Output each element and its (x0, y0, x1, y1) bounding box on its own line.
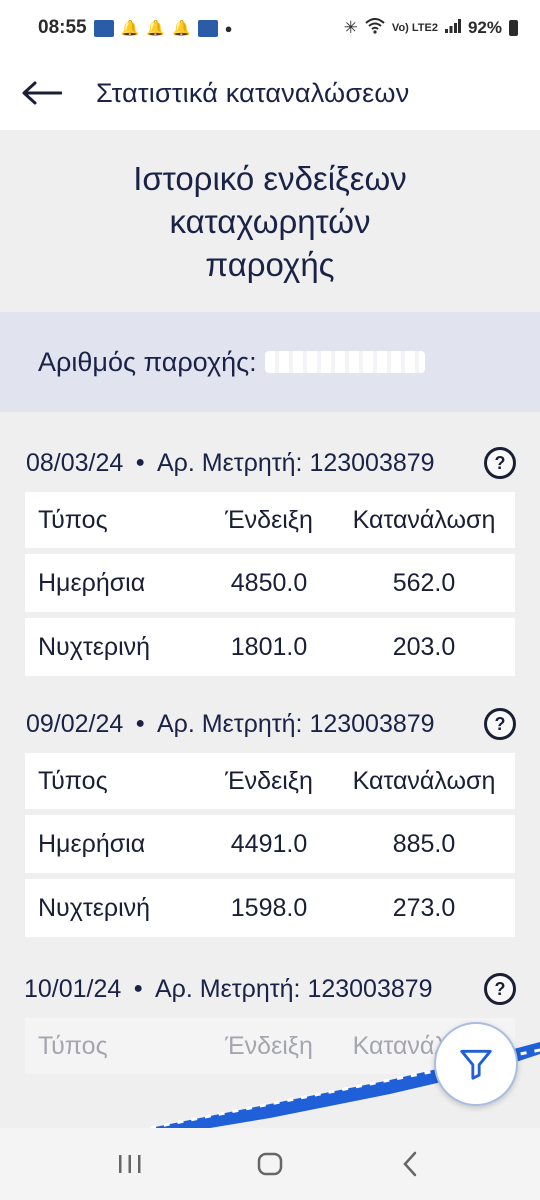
signal-icon (444, 18, 461, 38)
recent-apps-button[interactable] (100, 1134, 160, 1194)
home-icon (257, 1152, 283, 1176)
bullet-separator: ● (133, 980, 143, 997)
table-row: Ημερήσια 4491.0 885.0 (25, 815, 515, 873)
meter-number: 123003879 (309, 709, 435, 738)
reading-date: 09/02/24 (26, 709, 124, 738)
app-bar: Στατιστικά καταναλώσεων (0, 56, 540, 130)
bullet-separator: ● (135, 715, 145, 732)
supply-number-label: Αριθμός παροχής: (38, 346, 257, 377)
cell-type: Ημερήσια (38, 829, 146, 858)
filter-icon (460, 1049, 492, 1080)
page-heading: Ιστορικό ενδείξεων καταχωρητών παροχής (0, 130, 540, 312)
reading-group: 08/03/24 ● Αρ. Μετρητή: 123003879 ? Τύπο… (0, 434, 540, 682)
info-icon[interactable]: ? (484, 708, 516, 740)
cell-consumption: 273.0 (392, 893, 456, 922)
app-title: Στατιστικά καταναλώσεων (96, 77, 410, 108)
wifi-icon (365, 17, 385, 39)
header-consumption: Κατανάλωση (352, 766, 496, 795)
reading-header: 10/01/24 ● Αρ. Μετρητή: 123003879 ? (0, 960, 540, 1018)
back-arrow-icon (22, 81, 62, 105)
carrier-label: Vo) LTE2 (391, 22, 438, 34)
heading-line-1: Ιστορικό ενδείξεων (133, 159, 407, 197)
table-header-row: Τύπος Ένδειξη Κατανάλωση (25, 753, 515, 809)
cell-index: 1801.0 (230, 632, 308, 661)
bluetooth-icon: ✳ (343, 18, 358, 37)
chevron-left-icon (403, 1151, 417, 1177)
cell-index: 1598.0 (230, 893, 308, 922)
cell-type: Ημερήσια (38, 568, 146, 597)
supply-number-redacted (264, 351, 425, 373)
header-consumption: Κατανάλωση (352, 505, 496, 534)
info-icon[interactable]: ? (484, 973, 516, 1005)
supply-number-band: Αριθμός παροχής: (0, 312, 540, 412)
reading-group: 09/02/24 ● Αρ. Μετρητή: 123003879 ? Τύπο… (0, 695, 540, 943)
reading-table: Τύπος Ένδειξη Κατανάλωση Ημερήσια 4491.0… (25, 753, 515, 937)
dot-icon: ● (224, 20, 233, 36)
battery-percent: 92% (467, 18, 502, 37)
cell-consumption: 885.0 (392, 829, 456, 858)
cell-index: 4850.0 (230, 568, 308, 597)
recent-apps-icon (119, 1155, 141, 1173)
reading-header: 09/02/24 ● Αρ. Μετρητή: 123003879 ? (0, 695, 540, 753)
reading-date: 10/01/24 (24, 974, 122, 1003)
meter-number: 123003879 (307, 974, 433, 1003)
home-button[interactable] (240, 1134, 300, 1194)
cell-consumption: 562.0 (392, 568, 456, 597)
reading-header: 08/03/24 ● Αρ. Μετρητή: 123003879 ? (0, 434, 540, 492)
status-bar: 08:55 🔔 🔔 🔔 ● ✳ Vo) LTE2 92% (0, 0, 540, 56)
heading-line-2: καταχωρητών (169, 202, 371, 240)
meter-label: Αρ. Μετρητή: (155, 974, 301, 1003)
header-index: Ένδειξη (225, 766, 313, 795)
news-icon (197, 19, 218, 37)
header-type: Τύπος (38, 766, 108, 795)
table-header-row: Τύπος Ένδειξη Κατανάλωση (25, 492, 515, 548)
meter-label: Αρ. Μετρητή: (157, 448, 303, 477)
back-button[interactable] (0, 56, 96, 130)
filter-button[interactable] (434, 1022, 518, 1106)
battery-icon (509, 20, 518, 36)
info-icon[interactable]: ? (484, 447, 516, 479)
table-row: Ημερήσια 4850.0 562.0 (25, 554, 515, 612)
meter-label: Αρ. Μετρητή: (157, 709, 303, 738)
reading-date: 08/03/24 (26, 448, 124, 477)
bell-icon: 🔔 (146, 20, 165, 37)
table-row: Νυχτερινή 1801.0 203.0 (25, 618, 515, 676)
bullet-separator: ● (135, 454, 145, 471)
header-type: Τύπος (38, 505, 108, 534)
cell-type: Νυχτερινή (38, 632, 151, 661)
bell-icon: 🔔 (120, 20, 140, 37)
cell-index: 4491.0 (230, 829, 308, 858)
nav-back-button[interactable] (380, 1134, 440, 1194)
meter-number: 123003879 (309, 448, 435, 477)
system-nav-bar (0, 1128, 540, 1200)
reading-table: Τύπος Ένδειξη Κατανάλωση Ημερήσια 4850.0… (25, 492, 515, 676)
cell-consumption: 203.0 (392, 632, 456, 661)
heading-line-3: παροχής (205, 245, 335, 283)
header-index: Ένδειξη (225, 505, 313, 534)
cell-type: Νυχτερινή (38, 893, 151, 922)
bell-icon: 🔔 (171, 20, 191, 37)
table-row: Νυχτερινή 1598.0 273.0 (25, 879, 515, 937)
news-icon (93, 19, 114, 37)
status-time: 08:55 (38, 17, 87, 38)
